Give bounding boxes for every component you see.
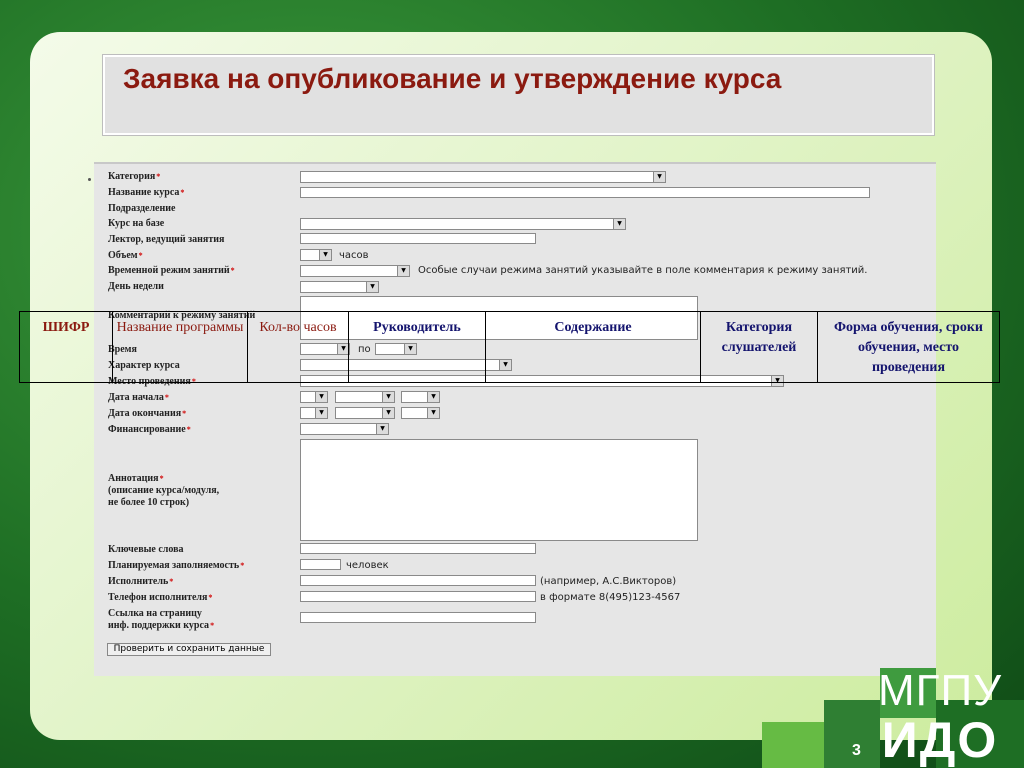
time-mode-select[interactable]: ▼ <box>300 265 410 277</box>
funding-select[interactable]: ▼ <box>300 423 389 435</box>
time-mode-hint: Особые случаи режима занятий указывайте … <box>418 265 868 276</box>
keywords-input[interactable] <box>300 543 536 554</box>
start-day-select[interactable]: ▼ <box>300 391 328 403</box>
start-year-select[interactable]: ▼ <box>401 391 440 403</box>
chevron-down-icon: ▼ <box>382 392 394 402</box>
header-program-name: Название программы <box>112 311 248 383</box>
bullet-dot <box>88 178 91 181</box>
label-end-date: Дата окончания* <box>108 408 187 419</box>
executor-phone-input[interactable] <box>300 591 536 602</box>
chevron-down-icon: ▼ <box>376 424 388 434</box>
label-planned-fill: Планируемая заполняемость* <box>108 560 245 571</box>
label-department: Подразделение <box>108 203 176 214</box>
mgpu-ido-logo: МГПУ ИДО <box>878 666 1003 768</box>
executor-example: (например, А.С.Викторов) <box>540 576 677 587</box>
slide-title: Заявка на опубликование и утверждение ку… <box>123 63 782 94</box>
end-year-select[interactable]: ▼ <box>401 407 440 419</box>
label-executor: Исполнитель* <box>108 576 174 587</box>
planned-fill-input[interactable] <box>300 559 341 570</box>
label-time-mode: Временной режим занятий* <box>108 265 235 276</box>
label-executor-phone: Телефон исполнителя* <box>108 592 213 603</box>
executor-input[interactable] <box>300 575 536 586</box>
chevron-down-icon: ▼ <box>315 408 327 418</box>
header-study-form: Форма обучения, сроки обучения, место пр… <box>817 311 1000 383</box>
annotation-textarea[interactable] <box>300 439 698 541</box>
title-box: Заявка на опубликование и утверждение ку… <box>103 55 934 135</box>
label-link-support: инф. поддержки курса* <box>108 620 215 631</box>
label-funding: Финансирование* <box>108 424 191 435</box>
label-start-date: Дата начала* <box>108 392 169 403</box>
lecturer-input[interactable] <box>300 233 536 244</box>
header-content: Содержание <box>485 311 701 383</box>
page-number: 3 <box>852 742 861 759</box>
label-course-name: Название курса* <box>108 187 185 198</box>
header-hours: Кол-во часов <box>247 311 349 383</box>
program-header-table: ШИФР Название программы Кол-во часов Рук… <box>19 311 1000 383</box>
label-annotation: Аннотация* <box>108 473 164 484</box>
label-volume: Объем* <box>108 250 143 261</box>
label-lecturer: Лектор, ведущий занятия <box>108 234 225 245</box>
weekday-select[interactable]: ▼ <box>300 281 379 293</box>
logo-line-mgpu: МГПУ <box>878 666 1003 715</box>
check-and-save-button[interactable]: Проверить и сохранить данные <box>107 643 271 656</box>
end-day-select[interactable]: ▼ <box>300 407 328 419</box>
label-annotation-desc: (описание курса/модуля, <box>108 485 220 496</box>
support-link-input[interactable] <box>300 612 536 623</box>
label-annotation-limit: не более 10 строк) <box>108 497 190 508</box>
volume-select[interactable]: ▼ <box>300 249 332 261</box>
label-keywords: Ключевые слова <box>108 544 184 555</box>
decor-square <box>762 722 824 768</box>
chevron-down-icon: ▼ <box>315 392 327 402</box>
logo-line-ido: ИДО <box>881 712 999 768</box>
course-name-input[interactable] <box>300 187 870 198</box>
header-code: ШИФР <box>19 311 113 383</box>
label-weekday: День недели <box>108 281 164 292</box>
chevron-down-icon: ▼ <box>397 266 409 276</box>
end-month-select[interactable]: ▼ <box>335 407 395 419</box>
chevron-down-icon: ▼ <box>319 250 331 260</box>
chevron-down-icon: ▼ <box>427 392 439 402</box>
header-supervisor: Руководитель <box>348 311 486 383</box>
chevron-down-icon: ▼ <box>382 408 394 418</box>
chevron-down-icon: ▼ <box>653 172 665 182</box>
category-select[interactable]: ▼ <box>300 171 666 183</box>
table-row: ШИФР Название программы Кол-во часов Рук… <box>19 311 1000 383</box>
chevron-down-icon: ▼ <box>427 408 439 418</box>
base-course-select[interactable]: ▼ <box>300 218 626 230</box>
start-month-select[interactable]: ▼ <box>335 391 395 403</box>
chevron-down-icon: ▼ <box>613 219 625 229</box>
header-audience-category: Категория слушателей <box>700 311 818 383</box>
label-link: Ссылка на страницу <box>108 608 202 619</box>
phone-format-note: в формате 8(495)123-4567 <box>540 592 681 603</box>
label-base-course: Курс на базе <box>108 218 165 229</box>
people-note: человек <box>346 560 389 571</box>
label-category: Категория* <box>108 171 161 182</box>
chevron-down-icon: ▼ <box>366 282 378 292</box>
hours-note: часов <box>339 250 369 261</box>
